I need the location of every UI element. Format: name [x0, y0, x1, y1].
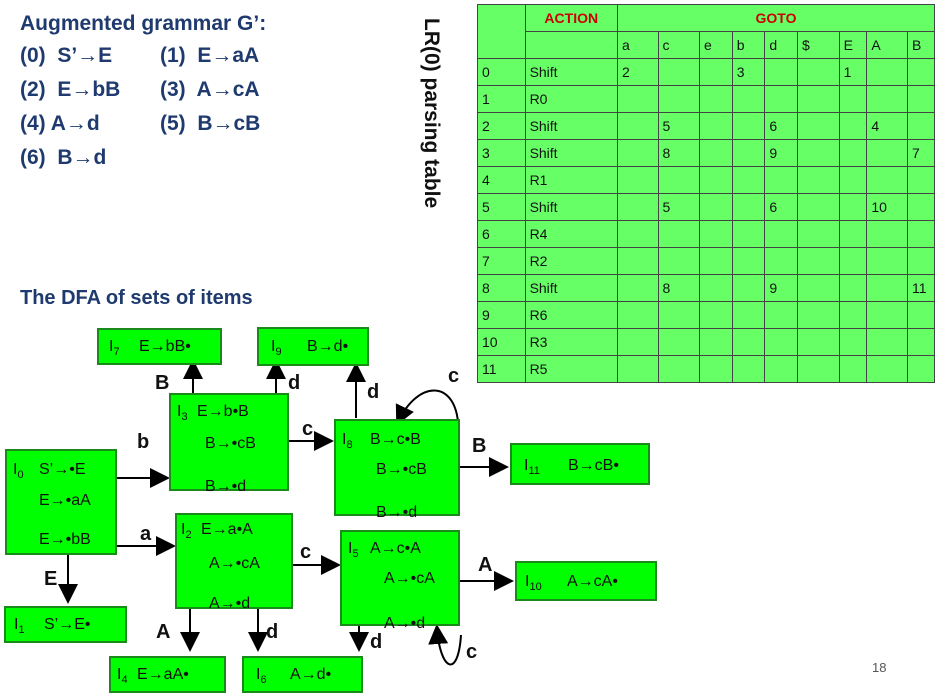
dfa-state-i5: I5 A→c•A A→•cA A→•d [340, 530, 460, 632]
edge-label-B-i11: B [472, 435, 487, 457]
edge-label-d-i6: d [266, 621, 279, 643]
dfa-state-i6: I6 A→d• [242, 656, 363, 693]
dfa-state-i4: I4 E→aA• [109, 656, 226, 693]
edge-label-c-i8: c [302, 418, 314, 440]
edge-label-c-i5: c [300, 541, 312, 563]
page-number: 18 [872, 660, 887, 675]
dfa-state-i9: I9 B→d• [257, 327, 369, 366]
dfa-state-i0: I0 S’→•E E→•aA E→•bB [5, 449, 117, 555]
edge-label-B-i7: B [155, 372, 170, 394]
dfa-state-i8: I8 B→c•B B→•cB B→•d [334, 419, 460, 521]
edge-label-a: a [140, 523, 152, 545]
dfa-state-i7: I7 E→bB• [97, 328, 222, 365]
edge-label-A-i4: A [156, 621, 171, 643]
edge-label-d-i9: d [288, 372, 301, 394]
edge-label-d-i5: d [370, 631, 383, 653]
edge-label-E: E [44, 568, 58, 590]
edge-label-c-loop-i8: c [448, 365, 460, 387]
edge-label-A-i10: A [478, 554, 493, 576]
dfa-state-i3: I3 E→b•B B→•cB B→•d [169, 393, 289, 495]
dfa-state-i10: I10 A→cA• [515, 561, 657, 601]
edge-label-b: b [137, 431, 150, 453]
dfa-state-i2: I2 E→a•A A→•cA A→•d [175, 513, 293, 612]
edge-label-d-i8: d [367, 381, 380, 403]
dfa-state-i11: I11 B→cB• [510, 443, 650, 485]
edge-i8-loop [395, 389, 459, 426]
edge-i5-loop [428, 624, 462, 666]
dfa-state-i1: I1 S’→E• [4, 606, 127, 643]
edge-label-c-loop-i5: c [466, 641, 478, 663]
